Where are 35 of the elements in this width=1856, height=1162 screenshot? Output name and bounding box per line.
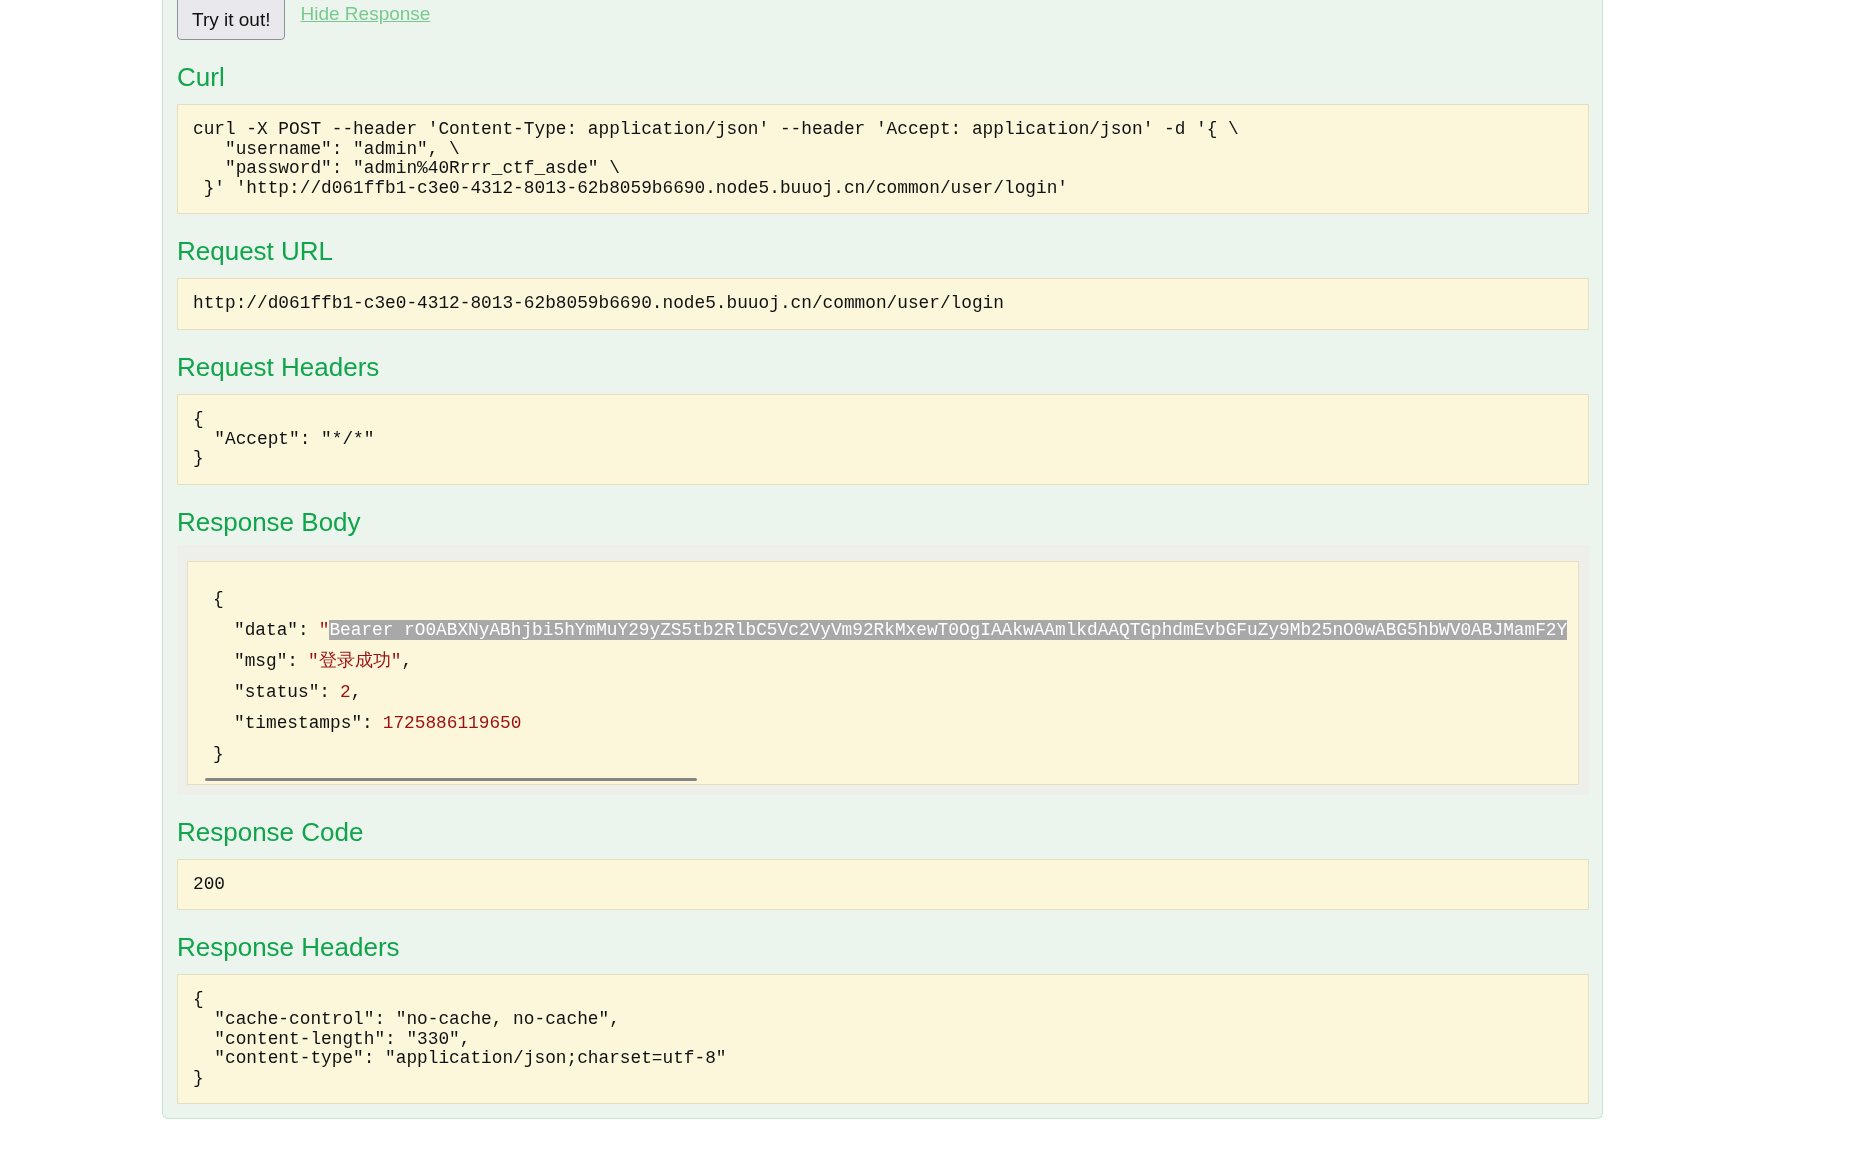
code-line: } (193, 1068, 205, 1089)
json-key: "msg": (234, 650, 299, 671)
code-line: "content-length": "330", (213, 1029, 472, 1050)
section-heading: Request URL (177, 236, 335, 267)
code-line: "username": "admin", \ (224, 139, 461, 160)
section-heading: Request Headers (177, 351, 381, 382)
code-line: curl -X POST --header 'Content-Type: application/json' --header 'Accept: application/json' -d '{ \ (193, 120, 1240, 140)
code-line: } (193, 449, 205, 469)
section-heading: Response Code (177, 816, 365, 847)
json-value: " (318, 619, 330, 640)
section-heading: Response Body (177, 506, 362, 537)
json-comma: , (350, 681, 362, 702)
json-key: "data": (234, 619, 309, 640)
section-heading: Response Headers (177, 932, 401, 963)
json-comma: , (401, 650, 413, 671)
json-value: "登录成功" (308, 650, 402, 671)
selected-text: Bearer rO0ABXNyABhjbi5hYmMuY29yZS5tb2RlbC5Vc2VyVm92RkMxewT0OgIAAkwAAmlkdAAQTGphdmEvbGFuZy9Mb25nO0wABG5hbWV0ABJMamF2Y (329, 619, 1568, 640)
scrollbar-thumb[interactable] (205, 777, 697, 781)
json-key: "timestamps": (234, 712, 373, 733)
try-it-out-button[interactable]: Try it out! (177, 0, 286, 40)
code-line: }' 'http://d061ffb1-c3e0-4312-8013-62b8059b6690.node5.buuoj.cn/common/user/login' (202, 178, 1069, 199)
code-line: { (193, 990, 205, 1010)
section-heading: Curl (177, 62, 226, 92)
json-value: 1725886119650 (382, 712, 522, 733)
code-line: 200 (193, 874, 226, 895)
code-line: http://d061ffb1-c3e0-4312-8013-62b8059b6690.node5.buuoj.cn/common/user/login (193, 294, 1005, 314)
code-line: { (193, 409, 205, 430)
json-brace: } (213, 742, 225, 766)
code-line: "content-type": "application/json;charset=utf-8" (213, 1049, 728, 1069)
code-line: "Accept": "*/*" (213, 429, 376, 450)
json-brace: { (213, 587, 225, 611)
code-line: "password": "admin%40Rrrr_ctf_asde" \ (224, 159, 621, 179)
json-key: "status": (234, 681, 331, 702)
code-line: "cache-control": "no-cache, no-cache", (213, 1009, 621, 1030)
json-value: 2 (340, 681, 351, 702)
